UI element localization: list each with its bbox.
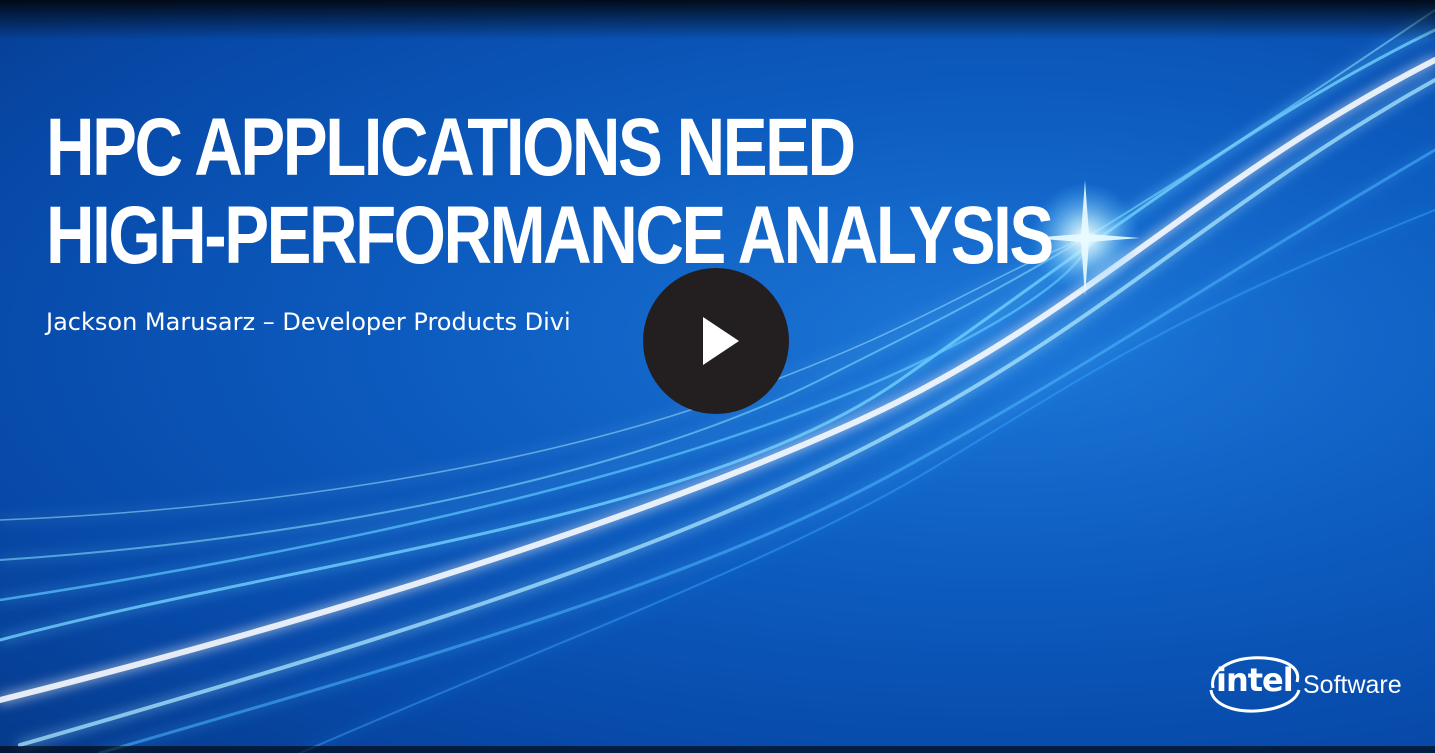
- bottom-edge-overlay: [0, 746, 1435, 753]
- intel-wordmark: intel: [1216, 661, 1294, 699]
- video-title-line-1: HPC APPLICATIONS NEED: [46, 102, 856, 193]
- play-button[interactable]: [643, 268, 789, 414]
- presenter-line: Jackson Marusarz – Developer Products Di…: [46, 308, 571, 336]
- video-title-line-2: HIGH-PERFORMANCE ANALYSIS: [46, 190, 1054, 281]
- video-player[interactable]: HPC APPLICATIONS NEED HIGH-PERFORMANCE A…: [0, 0, 1435, 753]
- brand-product-name: Software: [1303, 671, 1402, 699]
- intel-software-logo: intel Software: [1205, 650, 1415, 720]
- play-icon: [703, 317, 739, 365]
- video-title: HPC APPLICATIONS NEED HIGH-PERFORMANCE A…: [46, 102, 1054, 281]
- top-gradient-overlay: [0, 0, 1435, 40]
